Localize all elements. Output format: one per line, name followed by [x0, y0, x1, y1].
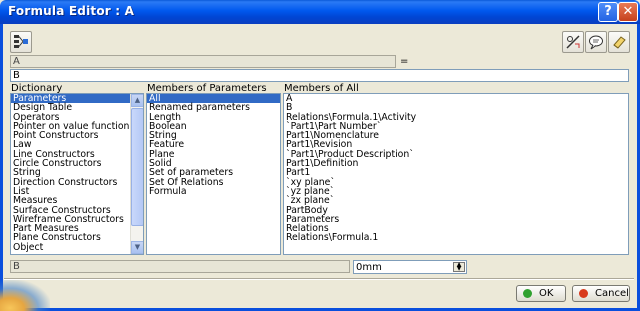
cancel-label: Cancel	[595, 288, 629, 299]
eraser-icon[interactable]	[608, 31, 630, 53]
measure-item-icon[interactable]	[562, 31, 584, 53]
dictionary-item[interactable]: Direction Constructors	[11, 177, 143, 187]
members-of-all-item[interactable]: Relations\Formula.1	[284, 233, 628, 243]
bottom-separator	[4, 278, 634, 280]
members-of-all-item[interactable]: Part1	[284, 168, 628, 178]
members-of-all-item[interactable]: `yz plane`	[284, 187, 628, 197]
help-button[interactable]: ?	[598, 2, 618, 22]
members-of-all-list[interactable]: A B Relations\Formula.1\Activity `Part1\Par…	[283, 93, 629, 255]
parameter-name-field: A	[10, 55, 396, 68]
cancel-button[interactable]: Cancel	[572, 285, 630, 302]
formula-tree-icon[interactable]	[10, 31, 32, 53]
ok-icon	[523, 289, 532, 298]
comment-bubble-icon[interactable]	[585, 31, 607, 53]
cancel-icon	[579, 289, 588, 298]
members-of-all-item[interactable]: A	[284, 94, 628, 103]
value-text[interactable]: 0mm	[356, 262, 382, 273]
dictionary-item[interactable]: Object	[11, 242, 143, 252]
ok-button[interactable]: OK	[516, 285, 566, 302]
members-of-all-item[interactable]: Parameters	[284, 215, 628, 225]
spinner-arrows-icon[interactable]: ▲ ▼	[453, 262, 465, 272]
members-of-all-item[interactable]: `xy plane`	[284, 177, 628, 187]
members-of-all-item[interactable]: Part1\Definition	[284, 159, 628, 169]
close-button[interactable]: ✕	[618, 2, 638, 22]
dictionary-scrollbar[interactable]: ▲ ▼	[130, 94, 143, 254]
members-of-all-item[interactable]: `zx plane`	[284, 196, 628, 206]
equals-label: =	[400, 56, 409, 67]
value-spinner[interactable]: 0mm ▲ ▼	[353, 260, 467, 274]
scroll-thumb[interactable]	[131, 108, 143, 226]
scroll-up-icon[interactable]: ▲	[131, 94, 143, 107]
members-of-parameters-item[interactable]: Formula	[147, 187, 280, 197]
dictionary-list[interactable]: Parameters Design Table Operators Pointer o…	[10, 93, 144, 255]
scroll-down-icon[interactable]: ▼	[131, 241, 143, 254]
ok-label: OK	[539, 288, 554, 299]
formula-input[interactable]: B	[10, 69, 629, 82]
title-bar: Formula Editor : A ? ✕	[0, 0, 640, 24]
members-of-parameters-list[interactable]: All Renamed parameters Length Boolean String…	[146, 93, 281, 255]
selected-parameter-field: B	[10, 260, 350, 273]
window-title: Formula Editor : A	[8, 4, 135, 18]
app-logo-icon	[0, 280, 50, 311]
